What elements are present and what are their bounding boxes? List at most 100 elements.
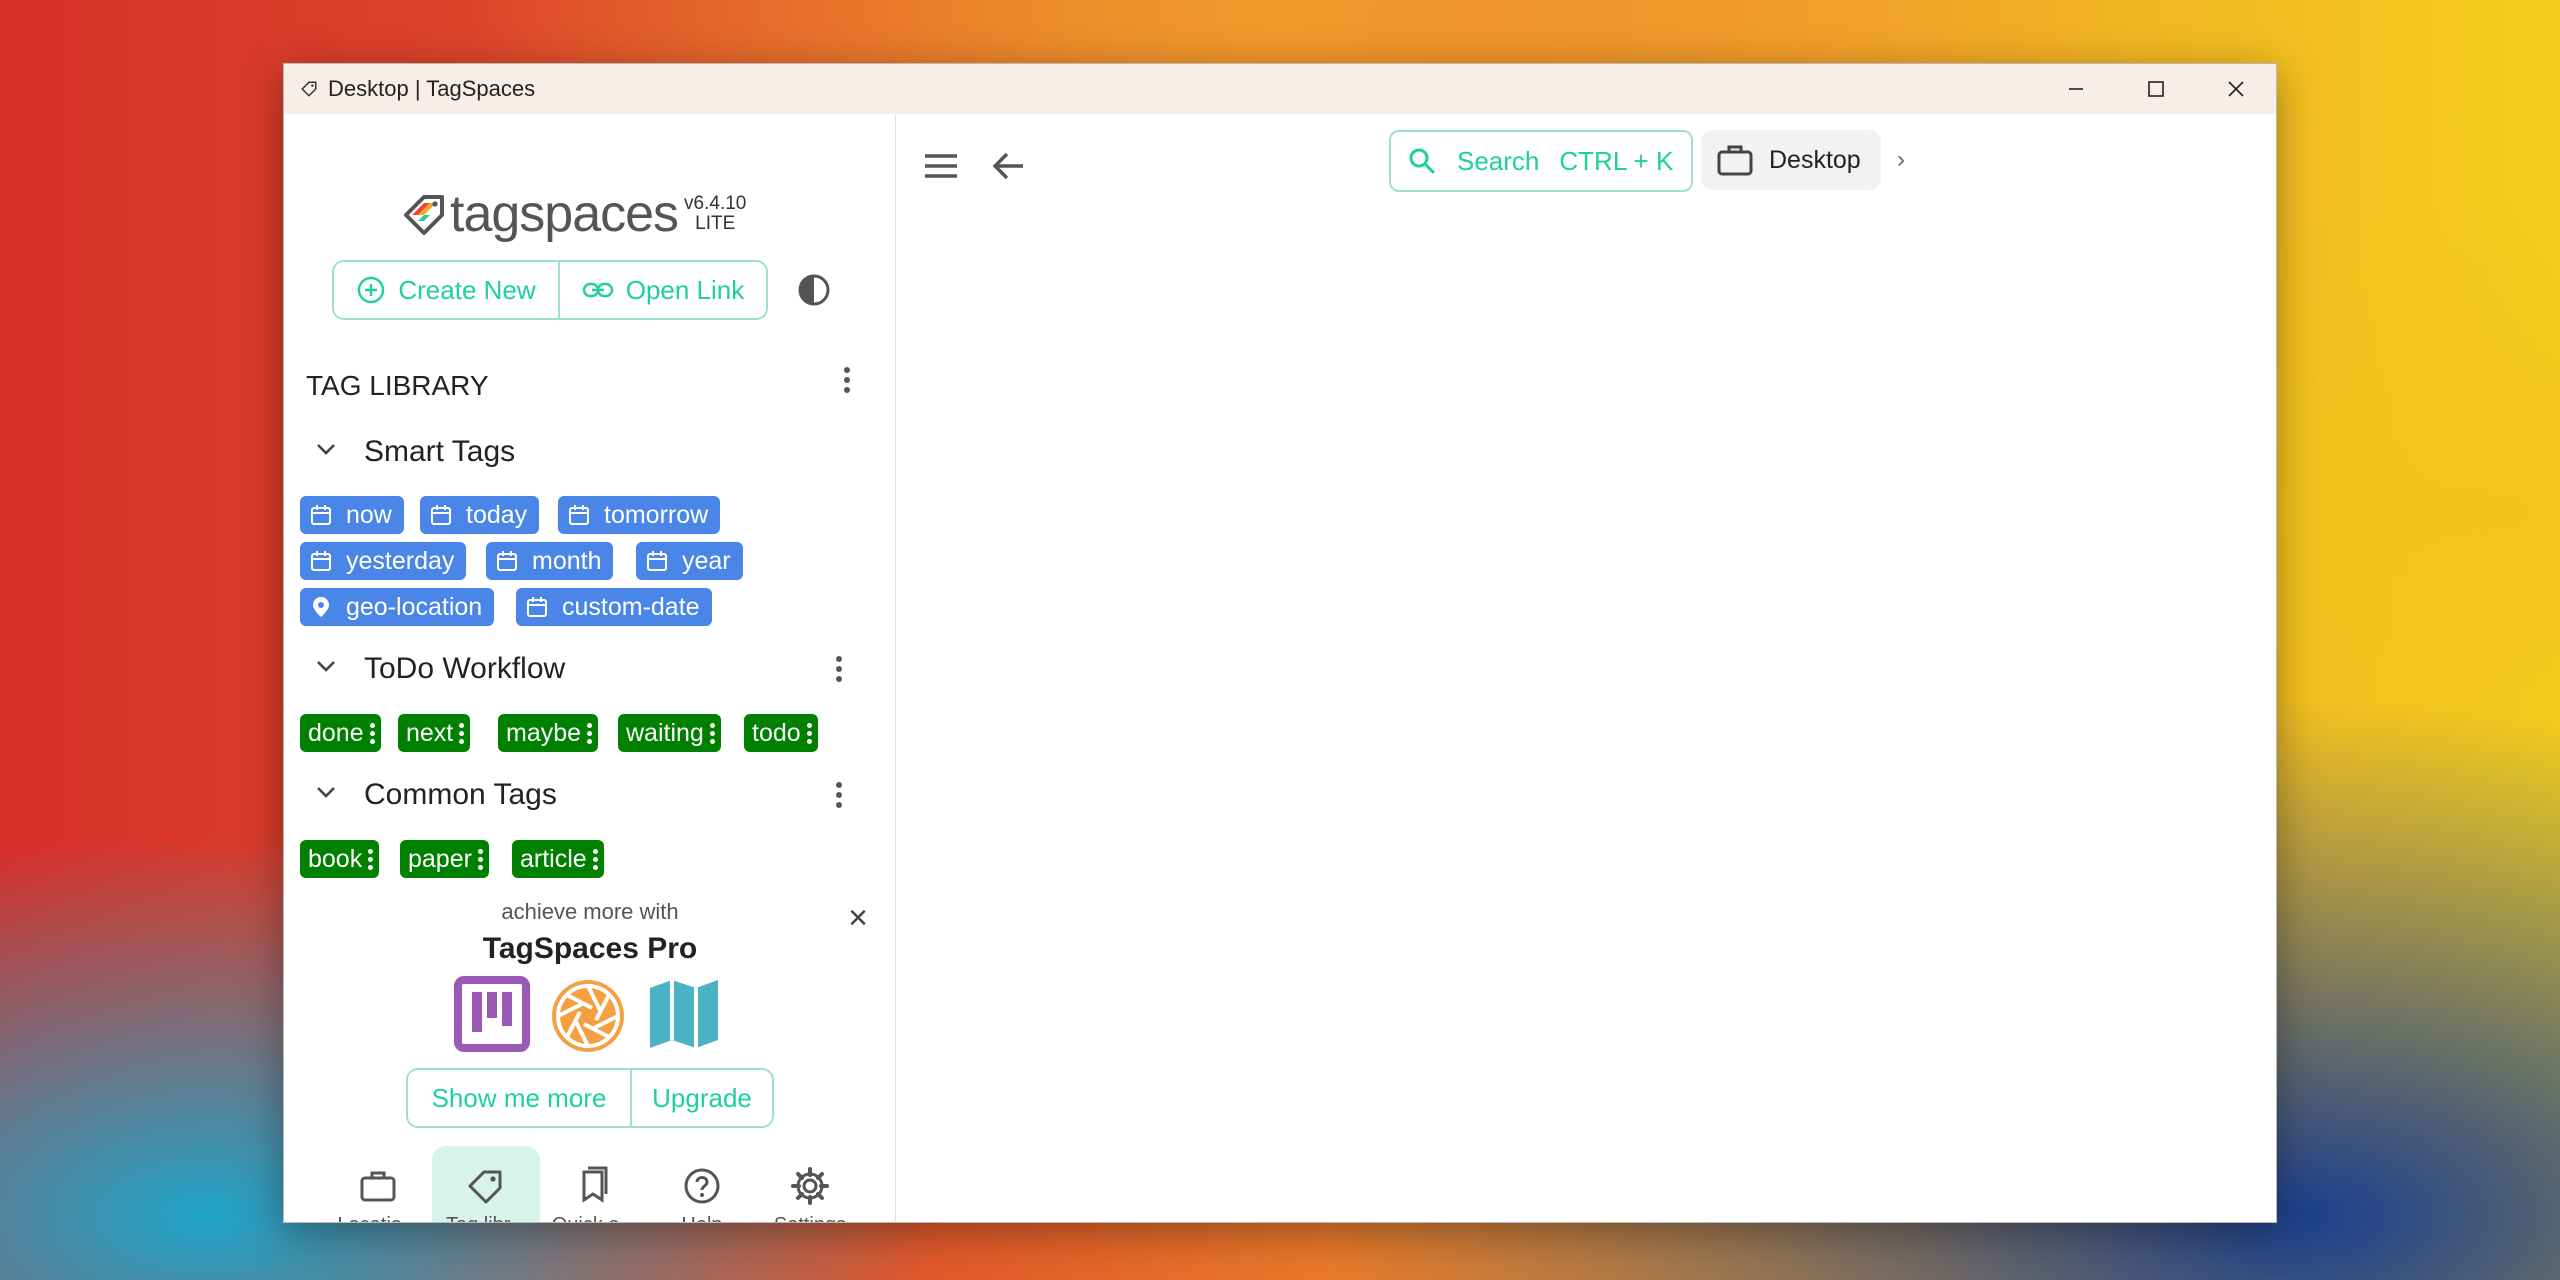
theme-toggle-icon[interactable]	[796, 272, 832, 308]
nav-quick-access[interactable]: Quick a...	[540, 1146, 648, 1222]
nav-settings[interactable]: Settings	[756, 1146, 864, 1223]
tag-todo[interactable]: todo	[744, 714, 818, 752]
app-window: Desktop | TagSpaces tagspaces v6.4.10 LIT…	[283, 63, 2277, 1223]
app-logo: tagspaces v6.4.10 LITE	[402, 184, 746, 244]
tag-menu-icon[interactable]	[369, 722, 375, 744]
nav-label: Locatio...	[337, 1214, 418, 1223]
group-name: Common Tags	[364, 778, 557, 811]
search-label: Search	[1457, 145, 1540, 176]
tag-label: paper	[408, 844, 472, 873]
tag-custom-date[interactable]: custom-date	[516, 588, 712, 626]
add-circle-icon	[358, 276, 385, 304]
nav-label: Settings	[774, 1214, 846, 1223]
calendar-icon	[527, 597, 547, 617]
calendar-icon	[311, 551, 331, 571]
menu-icon[interactable]	[921, 146, 961, 186]
tag-label: waiting	[626, 718, 704, 747]
calendar-icon	[647, 551, 667, 571]
tag-now[interactable]: now	[300, 496, 404, 534]
tag-tomorrow[interactable]: tomorrow	[558, 496, 721, 534]
chevron-down-icon	[306, 653, 346, 686]
group-common-tags[interactable]: Common Tags	[306, 775, 557, 815]
tag-today[interactable]: today	[420, 496, 540, 534]
bookmarks-icon	[582, 1166, 608, 1203]
group-name: ToDo Workflow	[364, 652, 566, 685]
close-button[interactable]	[2196, 64, 2276, 114]
tag-book[interactable]: book	[300, 840, 380, 878]
show-me-more-button[interactable]: Show me more	[408, 1070, 632, 1126]
upgrade-button[interactable]: Upgrade	[632, 1070, 772, 1126]
tag-icon	[468, 1170, 502, 1203]
nav-label: Help	[681, 1214, 722, 1223]
open-link-label: Open Link	[625, 274, 745, 305]
tag-waiting[interactable]: waiting	[618, 714, 721, 752]
help-icon	[684, 1168, 720, 1203]
tag-label: now	[346, 500, 392, 529]
nav-locations[interactable]: Locatio...	[324, 1146, 432, 1223]
tag-menu-icon[interactable]	[459, 722, 465, 744]
tag-menu-icon[interactable]	[587, 722, 593, 744]
tag-done[interactable]: done	[300, 714, 381, 752]
group-todo-workflow[interactable]: ToDo Workflow	[306, 649, 565, 689]
nav-help[interactable]: Help	[648, 1146, 756, 1223]
tag-label: year	[682, 546, 731, 575]
promo-subtitle: achieve more with	[501, 899, 679, 924]
logo-text: tagspaces	[450, 185, 679, 243]
gear-icon	[791, 1166, 829, 1205]
common-tags-menu-button[interactable]	[824, 775, 854, 815]
tag-month[interactable]: month	[486, 542, 614, 580]
todo-workflow-menu-button[interactable]	[824, 649, 854, 689]
logo-icon	[404, 195, 444, 235]
tag-menu-icon[interactable]	[368, 848, 374, 870]
promo-title: TagSpaces Pro	[482, 932, 698, 965]
minimize-button[interactable]	[2036, 64, 2116, 114]
group-smart-tags[interactable]: Smart Tags	[306, 432, 515, 472]
maximize-button[interactable]	[2116, 64, 2196, 114]
tag-year[interactable]: year	[636, 542, 743, 580]
briefcase-icon	[1717, 145, 1753, 176]
tag-icon	[300, 80, 318, 98]
kanban-icon	[454, 976, 530, 1052]
tag-library-menu-button[interactable]	[832, 360, 862, 400]
chevron-down-icon	[306, 436, 346, 469]
group-name: Smart Tags	[364, 435, 516, 468]
open-link-button[interactable]: Open Link	[560, 262, 766, 318]
close-icon[interactable]: ×	[840, 900, 876, 936]
tag-label: todo	[752, 718, 801, 747]
tag-library-title: TAG LIBRARY	[306, 370, 489, 401]
promo-actions: Show me more Upgrade	[406, 1068, 774, 1128]
tag-menu-icon[interactable]	[709, 722, 715, 744]
aperture-icon	[552, 980, 624, 1052]
location-name: Desktop	[1769, 145, 1861, 174]
tag-label: done	[308, 718, 364, 747]
tag-geo-location[interactable]: geo-location	[300, 588, 495, 626]
create-new-label: Create New	[398, 274, 536, 305]
breadcrumb-location[interactable]: Desktop	[1701, 130, 1881, 190]
location-pin-icon	[313, 597, 329, 617]
tag-paper[interactable]: paper	[400, 840, 489, 878]
tag-menu-icon[interactable]	[477, 848, 483, 870]
briefcase-icon	[360, 1171, 396, 1201]
nav-label: Tag libr...	[446, 1214, 526, 1223]
main-actions: Create New Open Link	[332, 260, 768, 320]
breadcrumb-separator: ›	[1897, 146, 1905, 173]
tag-label: custom-date	[562, 592, 700, 621]
tag-maybe[interactable]: maybe	[498, 714, 599, 752]
main-panel: Search CTRL + K Desktop ›	[897, 114, 2276, 1222]
nav-tag-library[interactable]: Tag libr...	[432, 1146, 540, 1223]
chevron-down-icon	[306, 779, 346, 812]
tag-label: maybe	[506, 718, 582, 747]
calendar-icon	[497, 551, 517, 571]
app-version: v6.4.10	[684, 193, 747, 214]
title-bar: Desktop | TagSpaces	[284, 64, 2276, 114]
tag-article[interactable]: article	[512, 840, 604, 878]
tag-label: yesterday	[346, 546, 455, 575]
tag-menu-icon[interactable]	[806, 722, 812, 744]
search-button[interactable]: Search CTRL + K	[1389, 130, 1693, 192]
back-arrow-icon[interactable]	[989, 146, 1029, 186]
calendar-icon	[569, 505, 589, 525]
create-new-button[interactable]: Create New	[334, 262, 560, 318]
tag-menu-icon[interactable]	[592, 848, 598, 870]
tag-yesterday[interactable]: yesterday	[300, 542, 467, 580]
tag-next[interactable]: next	[398, 714, 471, 752]
